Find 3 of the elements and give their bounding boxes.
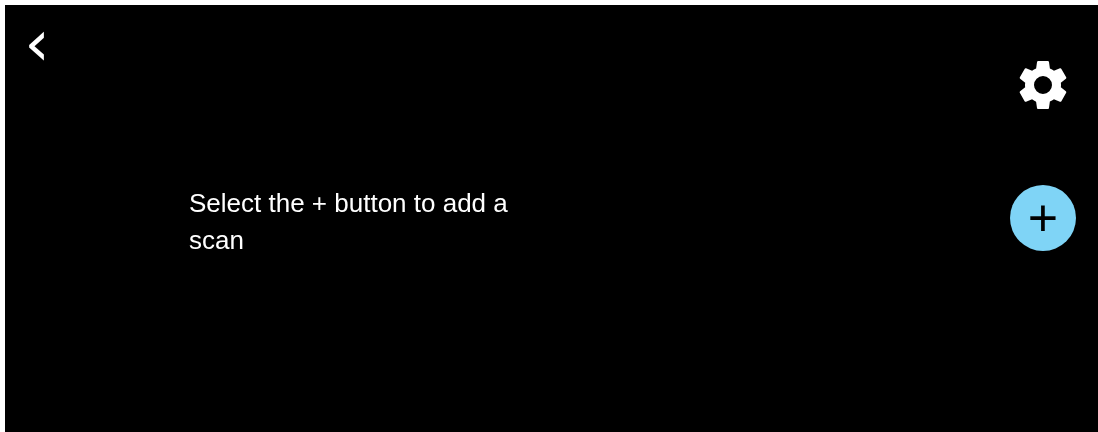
add-button[interactable]: + — [1010, 185, 1076, 251]
instruction-text: Select the + button to add a scan — [189, 187, 509, 257]
back-button[interactable]: ‹ — [19, 21, 55, 71]
